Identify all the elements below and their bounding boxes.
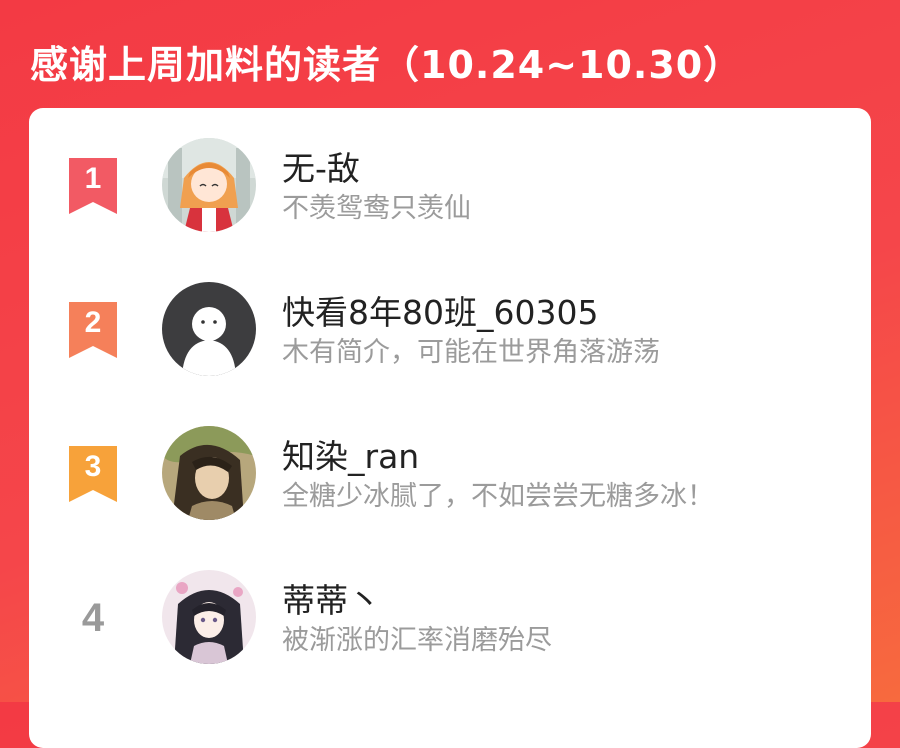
rank-3-ribbon-icon: 3 bbox=[69, 446, 117, 502]
reader-bio: 全糖少冰腻了，不如尝尝无糖多冰！ bbox=[282, 481, 714, 512]
reader-name[interactable]: 快看8年80班_60305 bbox=[282, 286, 598, 334]
reader-bio: 木有简介，可能在世界角落游荡 bbox=[282, 337, 660, 368]
reader-bio: 不羡鸳鸯只羡仙 bbox=[282, 193, 471, 224]
rank-number: 3 bbox=[84, 450, 102, 483]
reader-name[interactable]: 知染_ran bbox=[282, 430, 419, 478]
rank-number: 1 bbox=[84, 162, 102, 195]
rank-2-ribbon-icon: 2 bbox=[69, 302, 117, 358]
reader-name[interactable]: 蒂蒂丶 bbox=[282, 574, 381, 622]
page-title: 感谢上周加料的读者（10.24~10.30） bbox=[30, 43, 743, 87]
reader-bio: 被渐涨的汇率消磨殆尽 bbox=[282, 625, 552, 656]
rank-1-ribbon-icon: 1 bbox=[69, 158, 117, 214]
rank-number: 4 bbox=[81, 596, 105, 640]
rank-number: 2 bbox=[84, 306, 102, 339]
avatar-anime-girl-dark-hair[interactable] bbox=[162, 570, 256, 664]
reader-list-card: 1 无-敌 不羡鸳鸯只羡仙 2 快看8年80班_60305 木有简介，可能在世界… bbox=[29, 108, 871, 748]
avatar-default-ghost[interactable] bbox=[162, 282, 256, 376]
avatar-painted-portrait[interactable] bbox=[162, 426, 256, 520]
avatar-anime-girl-orange-hair[interactable] bbox=[162, 138, 256, 232]
reader-name[interactable]: 无-敌 bbox=[282, 142, 360, 190]
